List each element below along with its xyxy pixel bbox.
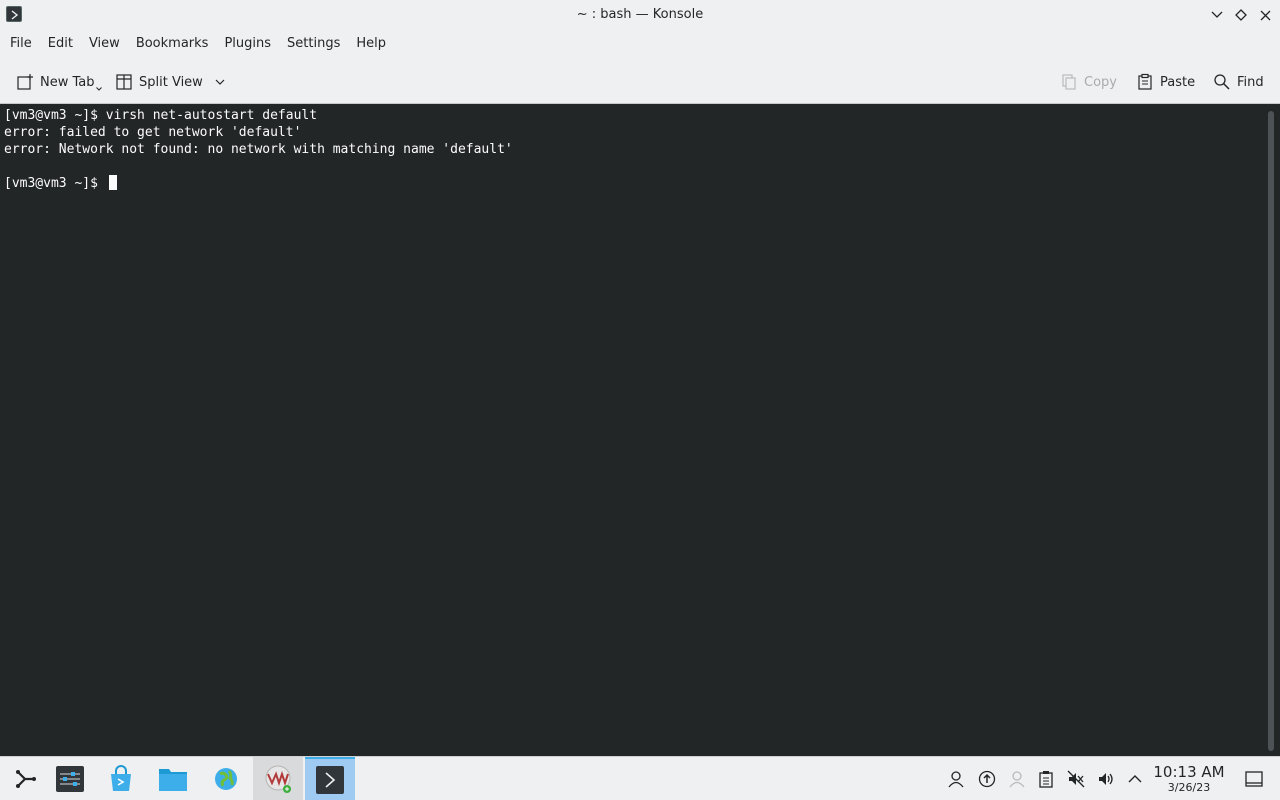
terminal-prompt: [vm3@vm3 ~]$ (4, 176, 106, 191)
digital-clock[interactable]: 10:13 AM 3/26/23 (1148, 763, 1230, 795)
terminal-prompt-line: [vm3@vm3 ~]$ (4, 175, 1260, 192)
paste-label: Paste (1160, 74, 1196, 90)
chevron-up-icon[interactable] (1125, 769, 1145, 789)
system-settings-icon (56, 766, 84, 792)
toolbar: New Tab Split View Copy Paste Find (0, 58, 1280, 104)
copy-icon (1062, 74, 1076, 90)
find-label: Find (1237, 74, 1264, 90)
virt-manager-icon (265, 765, 291, 793)
title-bar: ~ : bash — Konsole (0, 0, 1280, 30)
split-view-label: Split View (139, 74, 203, 90)
discover-store-icon (111, 765, 131, 791)
discover-store-task[interactable] (96, 757, 146, 800)
new-tab-label: New Tab (40, 74, 95, 90)
web-browser-icon (215, 768, 237, 790)
show-desktop-icon[interactable] (1244, 769, 1264, 789)
menu-view[interactable]: View (81, 32, 128, 56)
terminal-line: error: Network not found: no network wit… (4, 142, 513, 157)
scrollbar-thumb[interactable] (1268, 111, 1274, 751)
audio-muted-icon[interactable] (1066, 769, 1086, 789)
menu-bookmarks[interactable]: Bookmarks (128, 32, 217, 56)
dropdown-arrow-icon (95, 87, 102, 91)
terminal-line: error: failed to get network 'default' (4, 125, 302, 140)
application-launcher-icon (16, 770, 36, 788)
menu-help[interactable]: Help (348, 32, 394, 56)
new-tab-icon (17, 74, 33, 90)
update-notifier-icon[interactable] (977, 769, 997, 789)
menu-edit[interactable]: Edit (40, 32, 81, 56)
application-launcher-button[interactable] (0, 757, 50, 800)
network-disconnected-icon[interactable] (1007, 769, 1027, 789)
chevron-down-icon (1211, 11, 1223, 18)
new-tab-button[interactable]: New Tab (16, 68, 102, 96)
diamond-icon (1235, 9, 1247, 21)
dolphin-file-manager-icon (159, 769, 187, 791)
paste-button[interactable]: Paste (1136, 68, 1195, 96)
copy-button[interactable]: Copy (1060, 68, 1117, 96)
konsole-task[interactable] (305, 757, 355, 800)
user-icon[interactable] (946, 769, 966, 789)
terminal-output[interactable]: [vm3@vm3 ~]$ virsh net-autostart default… (0, 105, 1264, 756)
clipboard-icon[interactable] (1036, 769, 1056, 789)
search-icon (1214, 74, 1230, 90)
split-view-icon (116, 74, 132, 90)
clock-time: 10:13 AM (1153, 763, 1225, 781)
split-view-button[interactable]: Split View (115, 68, 225, 96)
menu-settings[interactable]: Settings (279, 32, 348, 56)
terminal-scrollbar[interactable] (1264, 105, 1280, 756)
find-button[interactable]: Find (1213, 68, 1264, 96)
taskbar: 10:13 AM 3/26/23 (0, 756, 1280, 800)
konsole-terminal-icon (316, 766, 344, 794)
menu-bar: File Edit View Bookmarks Plugins Setting… (0, 30, 1280, 58)
terminal-line: [vm3@vm3 ~]$ virsh net-autostart default (4, 108, 318, 123)
close-icon (1260, 10, 1270, 20)
virt-manager-task[interactable] (253, 757, 303, 800)
minimize-button[interactable] (1207, 5, 1227, 25)
paste-icon (1138, 73, 1152, 90)
chevron-down-icon[interactable] (215, 79, 225, 85)
system-settings-task[interactable] (45, 757, 95, 800)
copy-label: Copy (1084, 74, 1117, 90)
web-browser-task[interactable] (201, 757, 251, 800)
maximize-button[interactable] (1231, 5, 1251, 25)
terminal-cursor (108, 175, 117, 190)
clock-date: 3/26/23 (1167, 781, 1211, 794)
window-title: ~ : bash — Konsole (576, 7, 704, 22)
menu-file[interactable]: File (2, 32, 40, 56)
dolphin-file-manager-task[interactable] (148, 757, 198, 800)
close-button[interactable] (1255, 5, 1275, 25)
menu-plugins[interactable]: Plugins (216, 32, 279, 56)
volume-icon[interactable] (1096, 769, 1116, 789)
